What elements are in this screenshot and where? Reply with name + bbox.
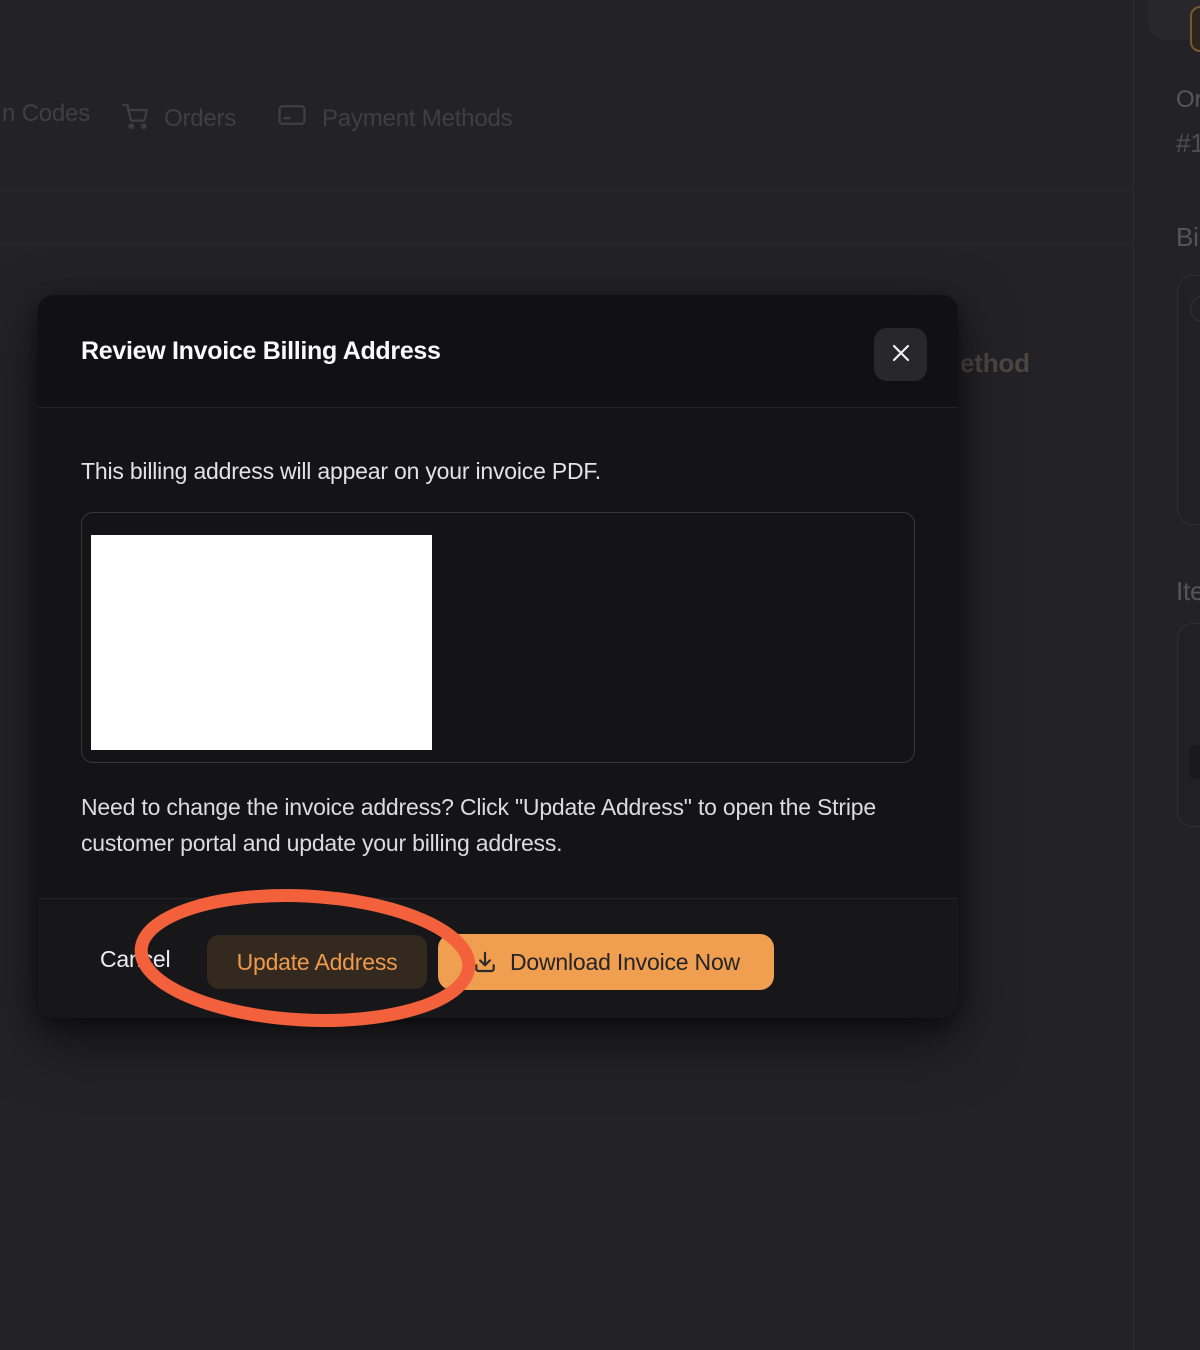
redacted-address-block: [91, 535, 432, 750]
download-invoice-now-button[interactable]: Download Invoice Now: [438, 934, 774, 990]
page-divider-subheader: [0, 243, 1133, 244]
dialog-footer: Cancel Update Address Download Invoice N…: [38, 898, 958, 1018]
background-heading-fragment: ethod: [960, 348, 1030, 379]
dialog-title: Review Invoice Billing Address: [81, 337, 441, 366]
right-panel-divider: [1133, 0, 1134, 1350]
credit-card-icon: [276, 100, 308, 137]
tab-orders-label: Orders: [164, 105, 236, 133]
right-panel-order-number: #1: [1176, 128, 1200, 159]
right-panel-order-label: Or: [1176, 86, 1200, 114]
review-invoice-billing-address-dialog: Review Invoice Billing Address This bill…: [38, 295, 958, 1018]
help-text: Need to change the invoice address? Clic…: [81, 789, 921, 861]
app-root: n Codes Orders Payment Methods ethod Or …: [0, 0, 1200, 1350]
close-button[interactable]: [874, 328, 927, 381]
download-icon: [472, 949, 498, 975]
page-divider-top: [0, 190, 1133, 191]
cart-icon: [120, 100, 150, 137]
tab-payment-methods-label: Payment Methods: [322, 105, 512, 133]
tab-orders[interactable]: Orders: [120, 100, 236, 137]
intro-text: This billing address will appear on your…: [81, 458, 601, 485]
update-address-button[interactable]: Update Address: [207, 935, 427, 989]
billing-address-preview-box: [81, 512, 915, 763]
right-panel-billing-label: Bil: [1176, 222, 1200, 253]
right-panel-items-label: Ite: [1176, 576, 1200, 607]
top-right-button-sliver[interactable]: [1190, 6, 1200, 52]
dialog-header: Review Invoice Billing Address: [38, 295, 958, 408]
tab-codes-label: n Codes: [2, 100, 90, 128]
tab-payment-methods[interactable]: Payment Methods: [276, 100, 512, 137]
right-panel-item-row: [1189, 745, 1200, 779]
tab-codes[interactable]: n Codes: [2, 100, 90, 128]
cancel-button[interactable]: Cancel: [98, 932, 172, 986]
download-invoice-now-label: Download Invoice Now: [510, 949, 740, 976]
right-panel-items-card: [1177, 623, 1200, 827]
close-icon: [889, 341, 913, 368]
